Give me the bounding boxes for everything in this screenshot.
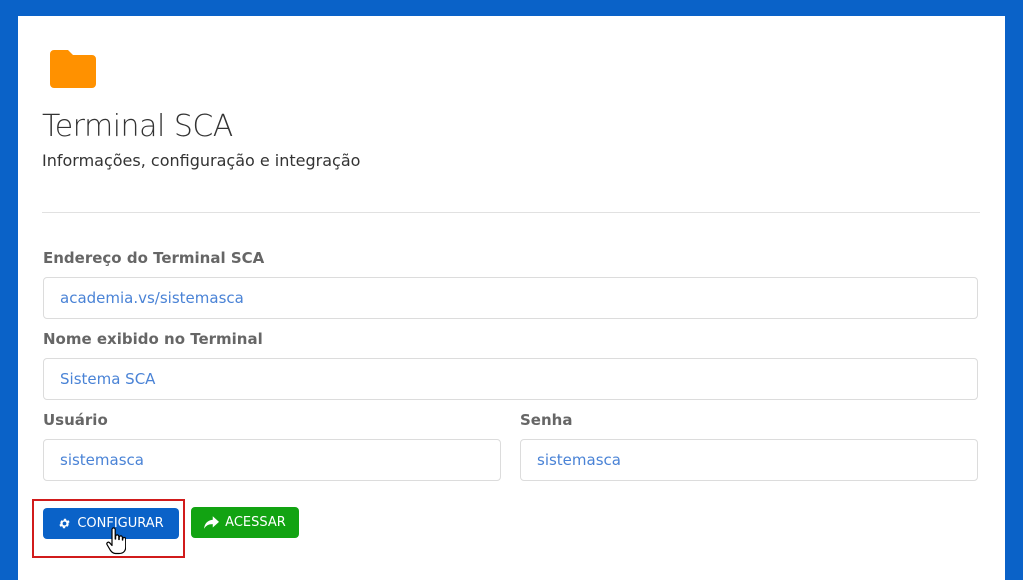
usuario-label: Usuário — [43, 411, 108, 429]
page-title: Terminal SCA — [42, 109, 233, 144]
endereco-field[interactable] — [43, 277, 978, 319]
settings-panel: Terminal SCA Informações, configuração e… — [18, 16, 1005, 580]
endereco-label: Endereço do Terminal SCA — [43, 249, 265, 267]
divider — [42, 212, 980, 213]
hand-cursor-icon — [106, 527, 126, 555]
nome-field[interactable] — [43, 358, 978, 400]
folder-icon — [50, 50, 96, 88]
usuario-field[interactable] — [43, 439, 501, 481]
share-arrow-icon — [204, 516, 220, 529]
page-subtitle: Informações, configuração e integração — [42, 151, 361, 170]
nome-label: Nome exibido no Terminal — [43, 330, 263, 348]
gear-icon — [59, 518, 70, 529]
senha-label: Senha — [520, 411, 573, 429]
senha-field[interactable] — [520, 439, 978, 481]
acessar-label: ACESSAR — [225, 515, 286, 530]
acessar-button[interactable]: ACESSAR — [191, 507, 299, 538]
